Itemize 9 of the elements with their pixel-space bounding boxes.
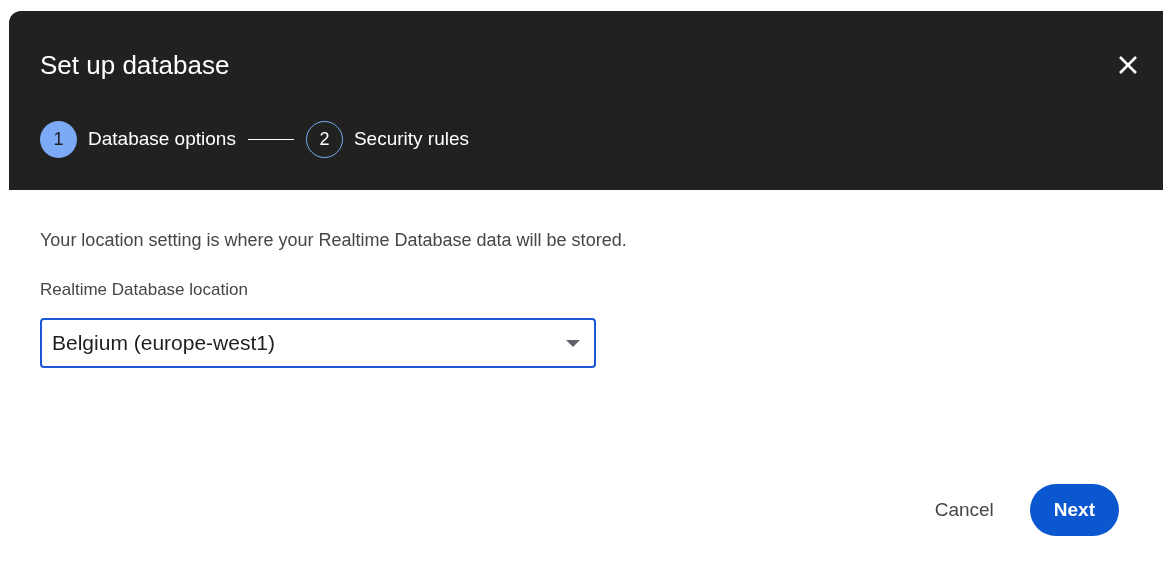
step-tab[interactable]: 1 Database options (40, 121, 236, 158)
step-tab[interactable]: 2 Security rules (305, 121, 469, 158)
cancel-button[interactable]: Cancel (924, 484, 1004, 536)
location-dropdown[interactable]: Belgium (europe-west1) (40, 318, 596, 368)
field-label: Realtime Database location (40, 279, 249, 301)
description-text: Your location setting is where your Realtime Database data will be stored. (40, 229, 628, 252)
dropdown-caret-icon (566, 339, 580, 347)
next-button[interactable]: Next (1029, 484, 1119, 536)
dialog-title: Set up database (40, 49, 230, 81)
